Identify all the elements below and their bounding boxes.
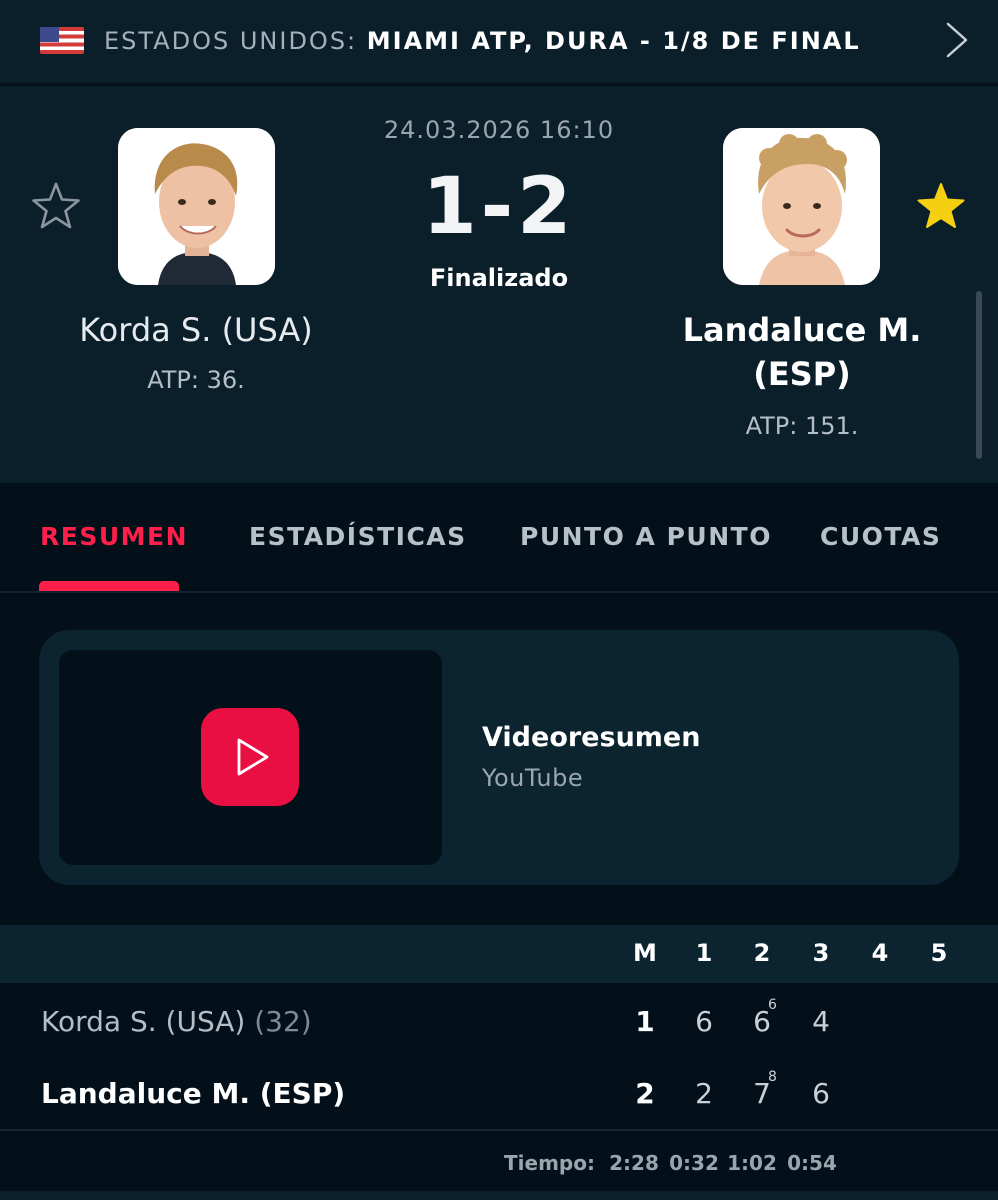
tournament-event: MIAMI ATP, DURA - 1/8 DE FINAL: [366, 27, 861, 55]
match-total-away: 2: [635, 1077, 655, 1110]
play-icon: [237, 738, 269, 776]
scoreboard-row-home-name[interactable]: Korda S. (USA) (32): [41, 1005, 312, 1038]
column-header-set-2: 2: [753, 939, 771, 967]
column-header-set-3: 3: [812, 939, 830, 967]
time-set-3: 0:54: [787, 1151, 837, 1175]
tab-resumen[interactable]: RESUMEN: [40, 519, 188, 555]
match-total-home: 1: [635, 1005, 655, 1038]
time-set-2: 1:02: [727, 1151, 777, 1175]
tab-cuotas[interactable]: CUOTAS: [820, 519, 941, 555]
player-rank-away: ATP: 151.: [745, 412, 859, 440]
favorite-star-icon-away[interactable]: [915, 180, 967, 232]
tournament-country: ESTADOS UNIDOS:: [104, 27, 367, 55]
match-header: 24.03.2026 16:10 1-2 Finalizado Korda S.…: [0, 86, 998, 483]
set-3-home: 4: [812, 1005, 830, 1038]
scrollbar[interactable]: [976, 291, 982, 459]
match-status: Finalizado: [429, 264, 569, 292]
player-name: Korda S. (USA): [41, 1005, 246, 1038]
time-total: 2:28: [609, 1151, 659, 1175]
tab-punto-a-punto[interactable]: PUNTO A PUNTO: [520, 519, 772, 555]
player-avatar-icon: [118, 128, 275, 285]
column-header-set-1: 1: [695, 939, 713, 967]
tiebreak-score: 8: [768, 1069, 777, 1085]
active-tab-indicator: [39, 581, 179, 591]
player-name: Landaluce M. (ESP): [41, 1077, 346, 1110]
tournament-header[interactable]: ESTADOS UNIDOS: MIAMI ATP, DURA - 1/8 DE…: [0, 0, 998, 84]
set-1-home: 6: [695, 1005, 713, 1038]
video-thumbnail[interactable]: [59, 650, 442, 865]
player-photo-away[interactable]: [723, 128, 880, 285]
tab-bar: RESUMEN ESTADÍSTICAS PUNTO A PUNTO CUOTA…: [0, 483, 998, 593]
scoreboard-header: M 1 2 3 4 5: [0, 925, 998, 983]
bottom-divider: [0, 1191, 998, 1200]
match-score: 1-2: [422, 162, 576, 252]
set-2-home: 66: [742, 997, 782, 1038]
time-set-1: 0:32: [669, 1151, 719, 1175]
tiebreak-score: 6: [768, 997, 777, 1013]
favorite-star-icon-home[interactable]: [30, 180, 82, 232]
match-duration-row: Tiempo: 2:28 0:32 1:02 0:54: [0, 1133, 998, 1191]
player-name-home[interactable]: Korda S. (USA): [40, 308, 352, 352]
player-seed: (32): [254, 1005, 312, 1038]
player-rank-home: ATP: 36.: [147, 366, 245, 394]
player-photo-home[interactable]: [118, 128, 275, 285]
chevron-right-icon[interactable]: [938, 20, 974, 60]
play-button[interactable]: [201, 708, 299, 806]
match-date: 24.03.2026 16:10: [383, 116, 615, 144]
video-title: Videoresumen: [482, 722, 701, 753]
set-1-away: 2: [695, 1077, 713, 1110]
scoreboard-table: Korda S. (USA) (32) 1 6 66 4 Landaluce M…: [0, 983, 998, 1131]
player-name-away[interactable]: Landaluce M. (ESP): [645, 308, 959, 396]
video-summary-card[interactable]: Videoresumen YouTube: [39, 630, 959, 885]
tournament-title: ESTADOS UNIDOS: MIAMI ATP, DURA - 1/8 DE…: [104, 26, 861, 56]
set-3-away: 6: [812, 1077, 830, 1110]
tab-estadisticas[interactable]: ESTADÍSTICAS: [249, 519, 467, 555]
video-source: YouTube: [482, 764, 584, 792]
column-header-set-5: 5: [930, 939, 948, 967]
scoreboard-row-away-name[interactable]: Landaluce M. (ESP): [41, 1077, 345, 1110]
set-2-away: 78: [742, 1069, 782, 1110]
column-header-match: M: [633, 939, 657, 967]
player-avatar-icon: [723, 128, 880, 285]
time-label: Tiempo:: [504, 1151, 595, 1175]
us-flag-icon: [40, 27, 84, 54]
column-header-set-4: 4: [871, 939, 889, 967]
